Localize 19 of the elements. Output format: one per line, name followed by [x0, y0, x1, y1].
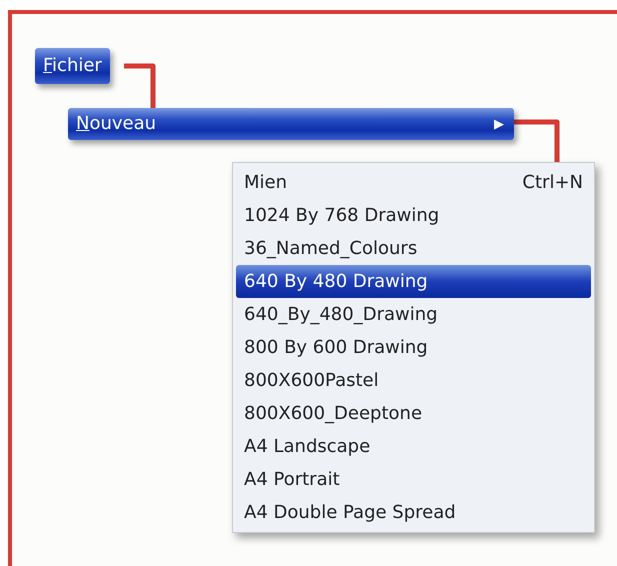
- submenu-arrow-icon: ▶: [494, 118, 504, 130]
- menu-item[interactable]: 800X600Pastel: [236, 364, 591, 397]
- shortcut-label: Ctrl+N: [522, 171, 583, 195]
- menu-item[interactable]: 640_By_480_Drawing: [236, 298, 591, 331]
- menu-item[interactable]: A4 Double Page Spread: [236, 496, 591, 529]
- nouveau-menu-item[interactable]: Nouveau ▶: [68, 108, 514, 140]
- fichier-menu-button[interactable]: Fichier: [35, 48, 110, 84]
- menu-item[interactable]: 36_Named_Colours: [236, 232, 591, 265]
- menu-item[interactable]: A4 Portrait: [236, 463, 591, 496]
- nouveau-label: Nouveau: [76, 115, 156, 133]
- menu-item[interactable]: 1024 By 768 Drawing: [236, 199, 591, 232]
- connector-line: [124, 64, 156, 108]
- menu-item[interactable]: Mien Ctrl+N: [236, 166, 591, 199]
- menu-item[interactable]: 800X600_Deeptone: [236, 397, 591, 430]
- menu-item[interactable]: 640 By 480 Drawing: [236, 265, 591, 298]
- menu-item-label: Mien: [244, 171, 288, 195]
- menu-item[interactable]: A4 Landscape: [236, 430, 591, 463]
- menu-item[interactable]: 800 By 600 Drawing: [236, 331, 591, 364]
- connector-line: [514, 120, 560, 164]
